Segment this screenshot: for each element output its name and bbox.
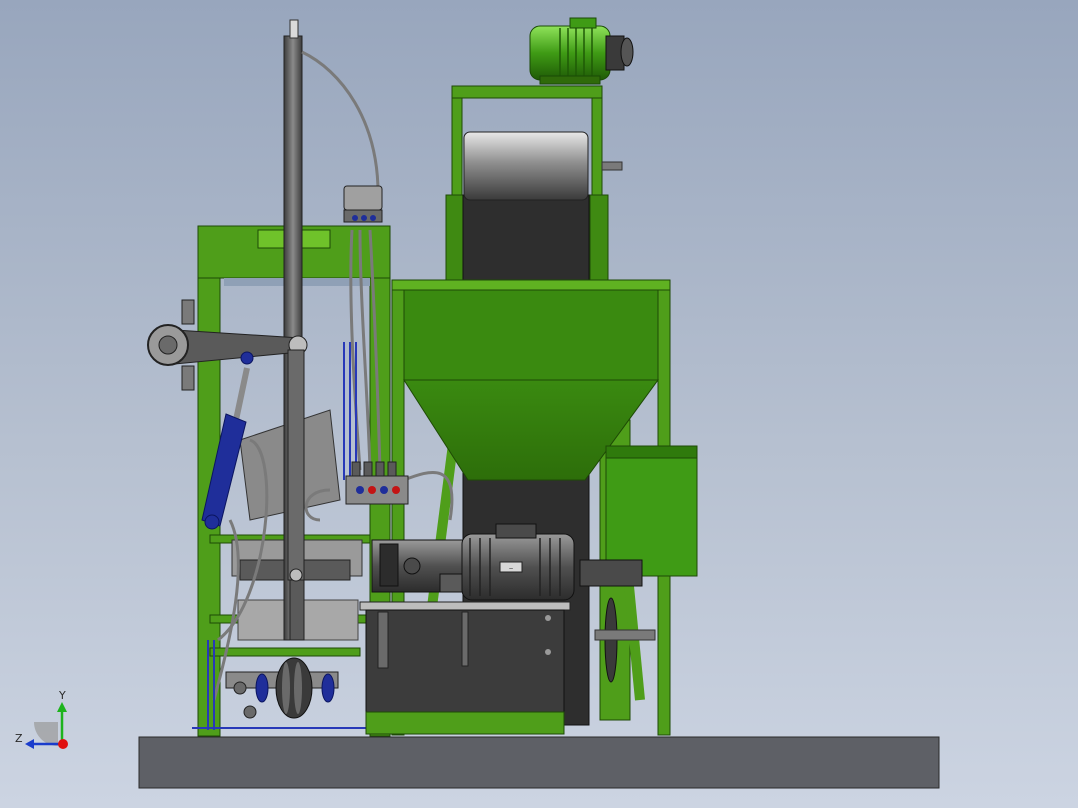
top-valve-block[interactable] (343, 185, 383, 223)
base-plate[interactable] (138, 736, 940, 789)
side-bin[interactable] (605, 445, 698, 577)
z-axis-arrowhead (25, 739, 34, 749)
motor-nameplate: — (509, 565, 513, 572)
hydraulic-pump[interactable] (371, 539, 467, 593)
y-axis-label: Y (58, 689, 66, 702)
side-bin-rim (605, 445, 698, 459)
triad-origin (58, 739, 68, 749)
bottom-pulley[interactable] (225, 657, 339, 719)
crank-pin (289, 568, 303, 582)
hydraulic-tank[interactable] (359, 601, 571, 735)
pivot-bearing[interactable] (147, 299, 195, 391)
z-axis-label: Z (15, 732, 23, 745)
ram-column-cap (289, 19, 299, 39)
head-drum[interactable] (463, 131, 589, 201)
crank-link[interactable] (287, 349, 305, 581)
y-axis-arrowhead (57, 702, 67, 712)
hopper-top-box (403, 289, 659, 381)
cad-viewport[interactable]: — Y Z (0, 0, 1078, 808)
coordinate-triad: Y Z (15, 689, 68, 749)
conveyor-drive-motor[interactable] (529, 17, 634, 85)
pump-electric-motor[interactable]: — (461, 523, 575, 601)
